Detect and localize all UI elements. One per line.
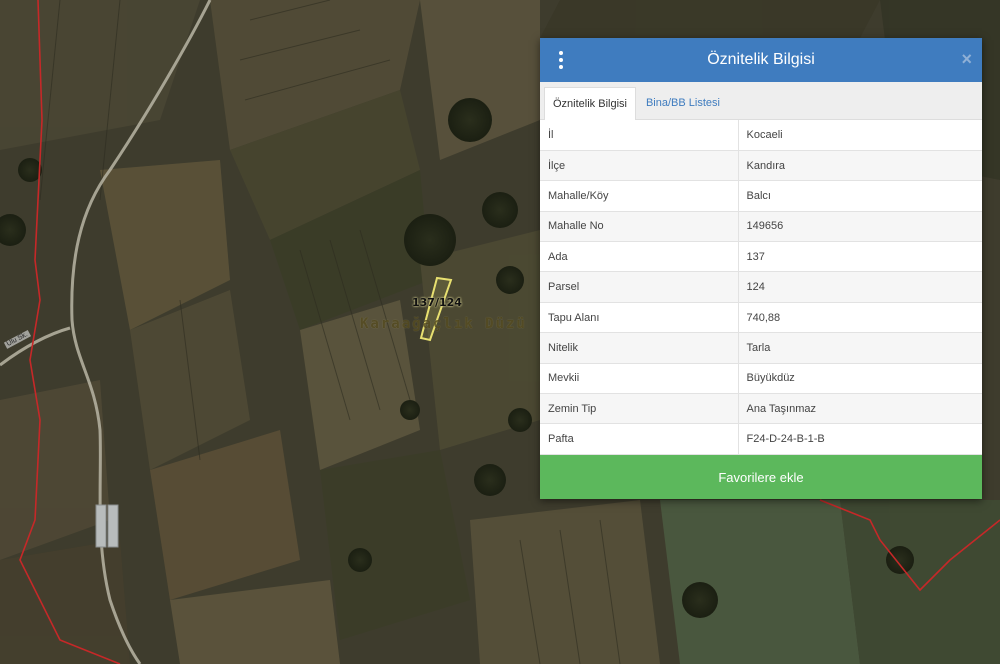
popup-header: Öznitelik Bilgisi × <box>540 38 982 82</box>
row-key-tapu-alani: Tapu Alanı <box>540 302 739 334</box>
attribute-table: İl Kocaeli İlçe Kandıra Mahalle/Köy Balc… <box>540 120 982 455</box>
row-value-ilce: Kandıra <box>738 150 982 182</box>
vertical-ellipsis-icon[interactable] <box>556 51 566 69</box>
table-row: Ada 137 <box>540 241 982 273</box>
table-row: İlçe Kandıra <box>540 150 982 182</box>
row-value-pafta: F24-D-24-B-1-B <box>738 423 982 455</box>
table-row: Mevkii Büyükdüz <box>540 363 982 395</box>
row-key-nitelik: Nitelik <box>540 332 739 364</box>
row-key-mahalle-no: Mahalle No <box>540 211 739 243</box>
row-key-ilce: İlçe <box>540 150 739 182</box>
tab-attribute-info[interactable]: Öznitelik Bilgisi <box>544 87 636 120</box>
table-row: İl Kocaeli <box>540 120 982 151</box>
row-value-nitelik: Tarla <box>738 332 982 364</box>
row-value-ada: 137 <box>738 241 982 273</box>
row-key-ada: Ada <box>540 241 739 273</box>
row-key-pafta: Pafta <box>540 423 739 455</box>
row-key-mevkii: Mevkii <box>540 363 739 395</box>
row-value-mahalle-koy: Balcı <box>738 180 982 212</box>
attribute-info-popup: Öznitelik Bilgisi × Öznitelik Bilgisi Bi… <box>540 38 982 499</box>
parcel-number-label: 137/124 <box>412 296 462 309</box>
row-key-mahalle-koy: Mahalle/Köy <box>540 180 739 212</box>
table-row: Parsel 124 <box>540 271 982 303</box>
close-icon[interactable]: × <box>961 50 972 68</box>
place-name-label: Karaağaçlık Düzü <box>360 316 527 332</box>
row-key-il: İl <box>540 120 739 151</box>
popup-tabs: Öznitelik Bilgisi Bina/BB Listesi <box>540 82 982 120</box>
popup-title: Öznitelik Bilgisi <box>707 51 815 68</box>
row-value-parsel: 124 <box>738 271 982 303</box>
row-value-il: Kocaeli <box>738 120 982 151</box>
table-row: Pafta F24-D-24-B-1-B <box>540 423 982 455</box>
row-value-mevkii: Büyükdüz <box>738 363 982 395</box>
row-value-mahalle-no: 149656 <box>738 211 982 243</box>
table-row: Mahalle/Köy Balcı <box>540 180 982 212</box>
table-row: Mahalle No 149656 <box>540 211 982 243</box>
row-key-parsel: Parsel <box>540 271 739 303</box>
row-key-zemin-tip: Zemin Tip <box>540 393 739 425</box>
tab-building-list[interactable]: Bina/BB Listesi <box>638 87 728 119</box>
add-to-favorites-button[interactable]: Favorilere ekle <box>540 455 982 499</box>
row-value-tapu-alani: 740,88 <box>738 302 982 334</box>
table-row: Tapu Alanı 740,88 <box>540 302 982 334</box>
table-row: Nitelik Tarla <box>540 332 982 364</box>
table-row: Zemin Tip Ana Taşınmaz <box>540 393 982 425</box>
row-value-zemin-tip: Ana Taşınmaz <box>738 393 982 425</box>
